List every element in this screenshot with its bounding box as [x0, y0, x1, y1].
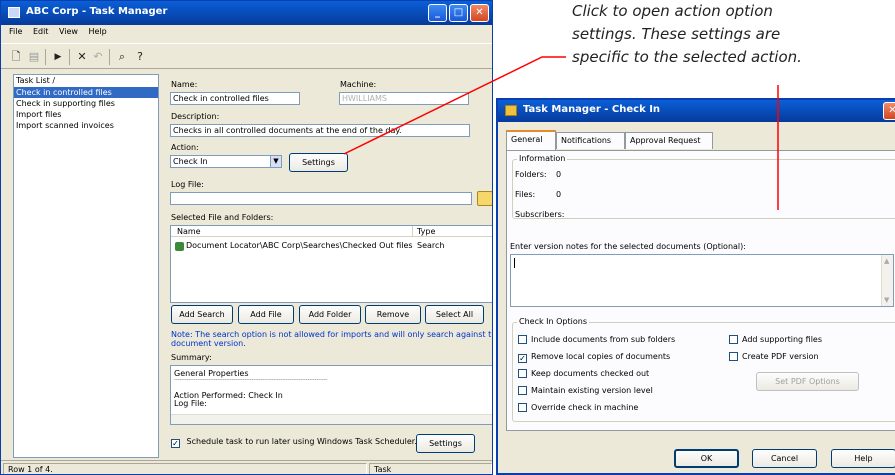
callout-line-to-settings — [343, 56, 566, 155]
annotation-callout-lines — [343, 56, 779, 210]
